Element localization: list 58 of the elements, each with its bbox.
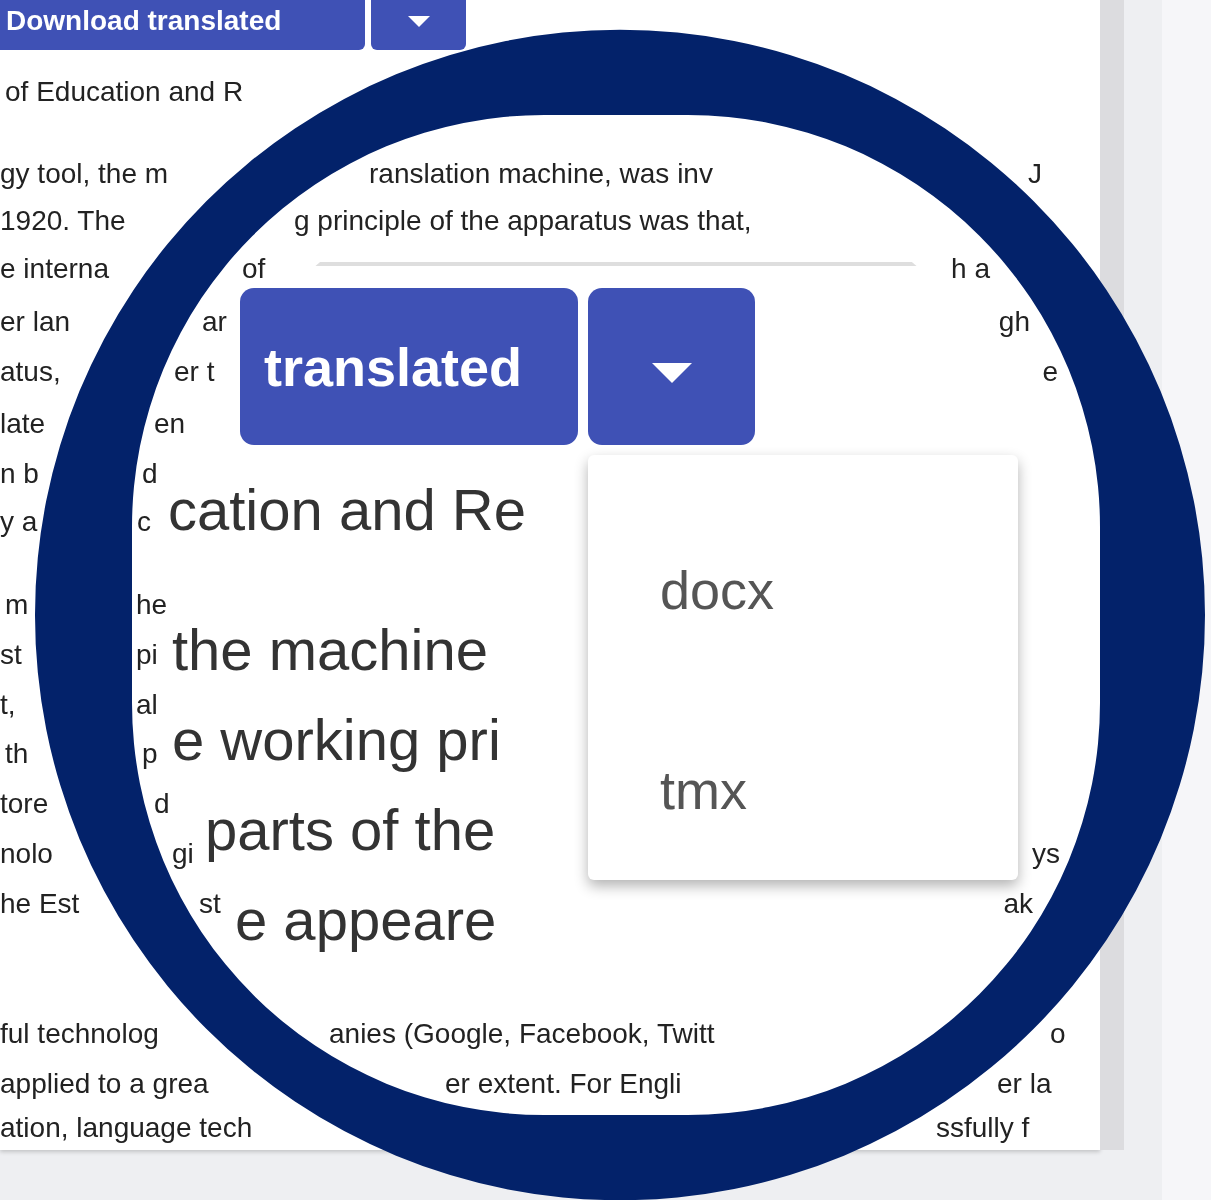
text-fragment: m	[5, 588, 29, 622]
text-fragment: he	[136, 588, 168, 622]
text-fragment: ssfully f	[936, 1111, 1030, 1145]
text-fragment: d	[142, 457, 158, 491]
text-fragment: gy tool, the m	[0, 157, 169, 191]
text-fragment: c	[137, 505, 151, 539]
text-fragment: gh	[998, 305, 1030, 339]
text-fragment: of Education and R	[5, 75, 244, 109]
menu-item[interactable]: tmx	[660, 755, 747, 825]
text-fragment: 1920. The	[0, 204, 126, 238]
text-fragment: applied to a grea	[0, 1067, 209, 1101]
text-fragment: er t	[174, 355, 215, 389]
menu-item[interactable]: docx	[660, 555, 775, 625]
text-fragment: e interna	[0, 252, 109, 286]
text-fragment: g principle of the apparatus was that,	[294, 204, 752, 238]
text-fragment: h a	[951, 252, 990, 286]
text-fragment: ranslation machine, was inv	[369, 157, 713, 191]
text-fragment: late	[0, 407, 46, 441]
text-fragment: atus,	[0, 355, 61, 389]
text-fragment: e	[1042, 355, 1058, 389]
text-fragment: gi	[172, 837, 194, 871]
text-fragment: cation and Re	[168, 476, 526, 544]
text-fragment: er lan	[0, 305, 71, 339]
text-fragment: nolo	[0, 837, 53, 871]
text-fragment: he Est	[0, 887, 80, 921]
caret-icon	[651, 363, 692, 383]
format-dropdown-button[interactable]	[371, 0, 466, 50]
text-fragment: er extent. For Engli	[445, 1067, 682, 1101]
text-fragment: st	[0, 638, 22, 672]
text-fragment: ys	[1032, 837, 1060, 871]
text-fragment: er la	[997, 1067, 1052, 1101]
text-fragment: o	[1050, 1017, 1066, 1051]
text-fragment: e appeare	[235, 886, 497, 954]
caret-icon	[407, 15, 430, 27]
text-fragment: ation, language tech	[0, 1111, 253, 1145]
download-translated-button[interactable]: Download translated	[0, 0, 365, 50]
text-fragment: y a	[0, 505, 38, 539]
text-fragment: ar	[202, 305, 227, 339]
format-dropdown-button[interactable]	[588, 288, 755, 445]
download-translated-button[interactable]: translated	[240, 288, 578, 445]
text-fragment: J	[1028, 157, 1042, 191]
text-fragment: en	[154, 407, 186, 441]
text-fragment: t,	[0, 688, 16, 722]
text-fragment: d	[154, 787, 170, 821]
text-fragment: al	[136, 688, 158, 722]
text-fragment: e working pri	[172, 706, 501, 774]
text-fragment: p	[142, 737, 158, 771]
text-fragment: th	[5, 737, 29, 771]
text-fragment: st	[199, 887, 221, 921]
text-fragment: ak	[1003, 887, 1033, 921]
text-fragment: n b	[0, 457, 39, 491]
text-fragment: the machine	[172, 616, 488, 684]
text-fragment: pi	[136, 638, 158, 672]
text-fragment: anies (Google, Facebook, Twitt	[329, 1017, 715, 1051]
text-fragment: tore	[0, 787, 49, 821]
text-fragment: ful technolog	[0, 1017, 159, 1051]
text-fragment: of	[242, 252, 266, 286]
text-fragment: parts of the	[205, 796, 496, 864]
